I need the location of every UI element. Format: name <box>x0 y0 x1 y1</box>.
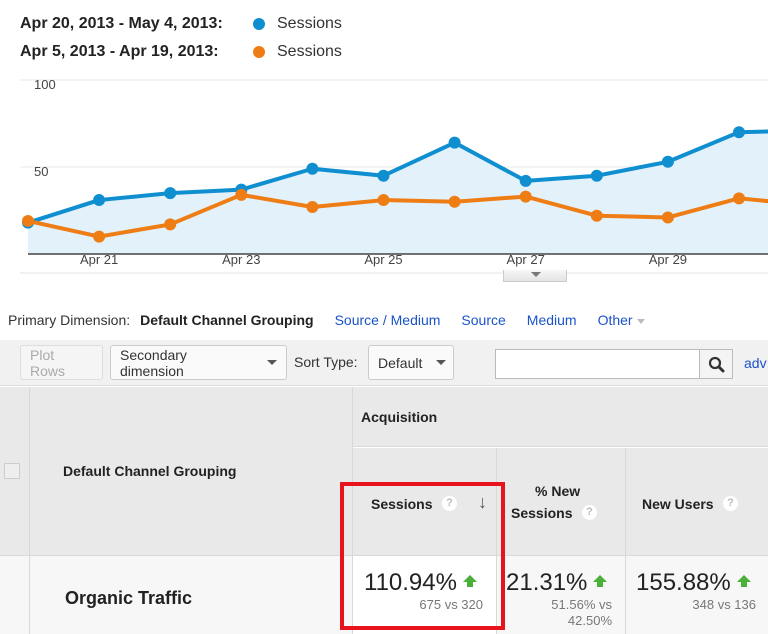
acquisition-group-header: Acquisition <box>353 387 768 447</box>
select-all-checkbox[interactable] <box>4 463 20 479</box>
y-tick-label: 50 <box>34 164 48 179</box>
dimension-header: Default Channel Grouping <box>63 463 237 479</box>
data-point <box>164 187 177 200</box>
x-tick-label: Apr 29 <box>649 252 687 267</box>
chart-legend: Apr 20, 2013 - May 4, 2013: Sessions Apr… <box>20 10 342 66</box>
row-dimension-cell: Organic Traffic <box>30 556 353 634</box>
dimension-header-cell[interactable]: Default Channel Grouping <box>30 387 353 555</box>
data-point <box>733 192 745 205</box>
new-users-header-label: New Users <box>642 496 714 512</box>
data-point <box>93 230 106 243</box>
data-point <box>519 190 532 203</box>
data-point <box>235 188 248 201</box>
new-sessions-compare-line1: 51.56% vs <box>551 597 612 612</box>
legend-date-range: Apr 20, 2013 - May 4, 2013: <box>20 15 223 32</box>
dimension-medium-link[interactable]: Medium <box>527 312 577 328</box>
new-sessions-header-line2: Sessions <box>511 505 573 521</box>
dimension-source-link[interactable]: Source <box>461 312 505 328</box>
data-point <box>590 169 603 182</box>
checkbox-header-cell <box>0 387 30 555</box>
data-point <box>377 194 390 207</box>
new-users-change-value: 155.88% <box>636 569 731 596</box>
data-point <box>661 211 674 224</box>
sessions-line-chart[interactable]: 100 50 Apr 21 Apr 23 Apr 25 Apr 27 Apr 29 <box>0 70 768 275</box>
caret-down-icon <box>636 318 645 324</box>
x-tick-label: Apr 27 <box>507 252 545 267</box>
table-toolbar: Plot Rows Secondary dimension Sort Type:… <box>0 340 768 386</box>
primary-dimension-bar: Primary Dimension: Default Channel Group… <box>8 312 645 328</box>
legend-date-range: Apr 5, 2013 - Apr 19, 2013: <box>20 43 219 60</box>
row-dimension-value[interactable]: Organic Traffic <box>65 588 192 609</box>
legend-metric: Sessions <box>277 15 342 32</box>
data-point <box>22 214 34 227</box>
arrow-up-icon <box>736 575 751 587</box>
new-sessions-cell: 21.31% 51.56% vs 42.50% <box>497 556 626 634</box>
dimension-default-channel-grouping[interactable]: Default Channel Grouping <box>140 312 313 328</box>
new-users-cell: 155.88% 348 vs 136 <box>626 556 768 634</box>
data-point <box>93 194 106 207</box>
new-sessions-column-header[interactable]: % New Sessions ? <box>497 448 626 555</box>
x-tick-label: Apr 25 <box>364 252 402 267</box>
new-users-column-header[interactable]: New Users ? <box>626 448 768 555</box>
data-point <box>377 169 390 182</box>
new-sessions-change: 21.31% <box>506 569 608 597</box>
data-point <box>306 201 319 214</box>
data-point <box>448 195 461 208</box>
search-icon <box>708 356 725 373</box>
y-tick-label: 100 <box>34 77 56 92</box>
primary-dimension-label: Primary Dimension: <box>8 312 131 328</box>
new-sessions-header-line1: % New <box>535 483 581 499</box>
caret-down-icon <box>436 360 447 365</box>
caret-down-icon <box>267 360 277 365</box>
sort-type-label: Sort Type: <box>294 354 358 370</box>
legend-metric: Sessions <box>277 43 342 60</box>
sessions-highlight-annotation <box>340 482 505 630</box>
arrow-up-icon <box>593 575 608 587</box>
x-tick-label: Apr 21 <box>80 252 118 267</box>
help-icon[interactable]: ? <box>723 496 738 511</box>
caret-down-icon <box>531 272 541 277</box>
new-sessions-change-value: 21.31% <box>506 569 588 596</box>
advanced-filter-link[interactable]: adv <box>744 355 767 371</box>
data-point <box>164 218 177 231</box>
data-point <box>519 174 532 187</box>
new-users-change: 155.88% <box>636 569 751 597</box>
dimension-source-medium-link[interactable]: Source / Medium <box>335 312 441 328</box>
data-point <box>306 162 319 175</box>
series-area <box>28 131 768 254</box>
legend-dot-blue-icon <box>253 18 265 30</box>
secondary-dimension-label: Secondary dimension <box>120 346 187 379</box>
sort-type-value: Default <box>378 354 423 371</box>
table-search-input[interactable] <box>495 349 700 379</box>
legend-dot-orange-icon <box>253 46 265 58</box>
help-icon[interactable]: ? <box>582 505 597 520</box>
new-users-compare: 348 vs 136 <box>692 597 756 612</box>
x-tick-label: Apr 23 <box>222 252 260 267</box>
new-sessions-compare-line2: 42.50% <box>567 613 612 628</box>
sort-type-dropdown[interactable]: Default <box>368 345 454 380</box>
legend-item-current: Apr 20, 2013 - May 4, 2013: Sessions <box>20 10 342 38</box>
plot-rows-button[interactable]: Plot Rows <box>20 345 103 380</box>
data-point <box>733 126 745 139</box>
search-button[interactable] <box>699 349 733 379</box>
secondary-dimension-dropdown[interactable]: Secondary dimension <box>110 345 287 380</box>
data-point <box>590 209 603 222</box>
data-point <box>448 136 461 149</box>
chart-collapse-handle[interactable] <box>503 270 567 282</box>
acquisition-label: Acquisition <box>361 409 438 425</box>
dimension-other-dropdown[interactable]: Other <box>598 312 645 328</box>
row-checkbox-cell[interactable] <box>0 556 30 634</box>
legend-item-previous: Apr 5, 2013 - Apr 19, 2013: Sessions <box>20 38 342 66</box>
data-point <box>661 155 674 168</box>
dimension-other-label: Other <box>597 312 633 328</box>
